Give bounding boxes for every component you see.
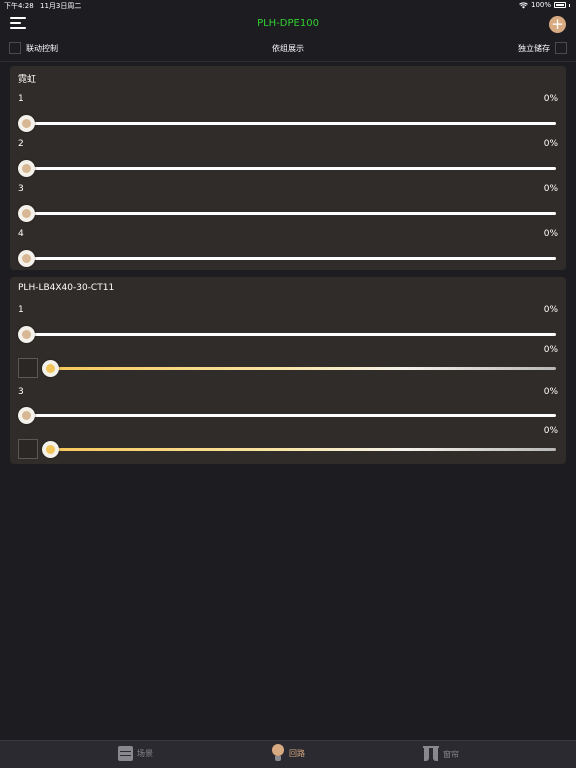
page-title: PLH-DPE100 [257,18,319,29]
options-bar: 联动控制 依组展示 独立储存 [0,38,576,60]
channel-label: 3 [18,184,24,194]
battery-icon [554,2,566,8]
channel-label: 4 [18,229,24,239]
battery-tip [569,3,570,7]
channel-label: 2 [18,139,24,149]
channel-label: 1 [18,94,24,104]
tab-label: 场景 [137,749,153,758]
group-title: PLH-LB4X40-30-CT11 [18,283,115,293]
tab-scene[interactable]: 场景 [118,746,153,761]
status-bar: 下午4:28 11月3日周二 100% [0,0,576,12]
color-temperature-toggle[interactable] [18,439,38,459]
channel-label: 3 [18,387,24,397]
independent-storage-label: 独立储存 [518,44,550,53]
tab-label: 回路 [289,748,305,758]
dimmer-slider-knob[interactable] [18,115,35,132]
group-title: 霓虹 [18,75,37,85]
divider [0,61,576,62]
status-time: 下午4:28 [4,2,34,10]
dimmer-slider-track[interactable] [26,257,556,260]
nav-bar: PLH-DPE100 + [0,12,576,36]
bulb-icon [271,744,285,762]
dimmer-slider-track[interactable] [26,414,556,417]
dimmer-slider-track[interactable] [26,212,556,215]
channel-percent: 0% [543,184,558,194]
dimmer-slider-knob[interactable] [18,205,35,222]
dimmer-slider-knob[interactable] [18,160,35,177]
color-temperature-slider-knob[interactable] [42,360,59,377]
color-temperature-toggle[interactable] [18,358,38,378]
dimmer-slider-track[interactable] [26,333,556,336]
status-right: 100% [519,1,570,9]
group-display-label[interactable]: 依组展示 [0,43,576,54]
dimmer-slider-knob[interactable] [18,407,35,424]
channel-percent: 0% [543,139,558,149]
wifi-icon [519,1,528,8]
dimmer-slider-knob[interactable] [18,250,35,267]
channel-percent: 0% [543,94,558,104]
add-button[interactable]: + [549,16,566,33]
color-temperature-slider-knob[interactable] [42,441,59,458]
status-date: 11月3日周二 [40,2,82,10]
color-temperature-slider-track[interactable] [50,367,556,370]
group-card: PLH-LB4X40-30-CT11 1 0% 0% 3 0% 0% [10,277,566,464]
dimmer-slider-track[interactable] [26,167,556,170]
battery-percent: 100% [530,1,551,9]
channel-percent: 0% [543,345,558,355]
tab-label: 窗帘 [443,749,459,759]
independent-storage-checkbox[interactable] [555,42,567,54]
group-card: 霓虹 1 0% 2 0% 3 0% 4 0% [10,66,566,270]
tab-bar: 场景 回路 窗帘 [0,740,576,768]
channel-percent: 0% [543,387,558,397]
color-temperature-slider-track[interactable] [50,448,556,451]
dimmer-slider-knob[interactable] [18,326,35,343]
tab-circuit[interactable]: 回路 [271,744,305,762]
channel-percent: 0% [543,305,558,315]
channel-label: 1 [18,305,24,315]
curtain-icon [423,746,439,762]
channel-percent: 0% [543,426,558,436]
channel-percent: 0% [543,229,558,239]
scene-icon [118,746,133,761]
tab-curtain[interactable]: 窗帘 [423,746,459,762]
dimmer-slider-track[interactable] [26,122,556,125]
